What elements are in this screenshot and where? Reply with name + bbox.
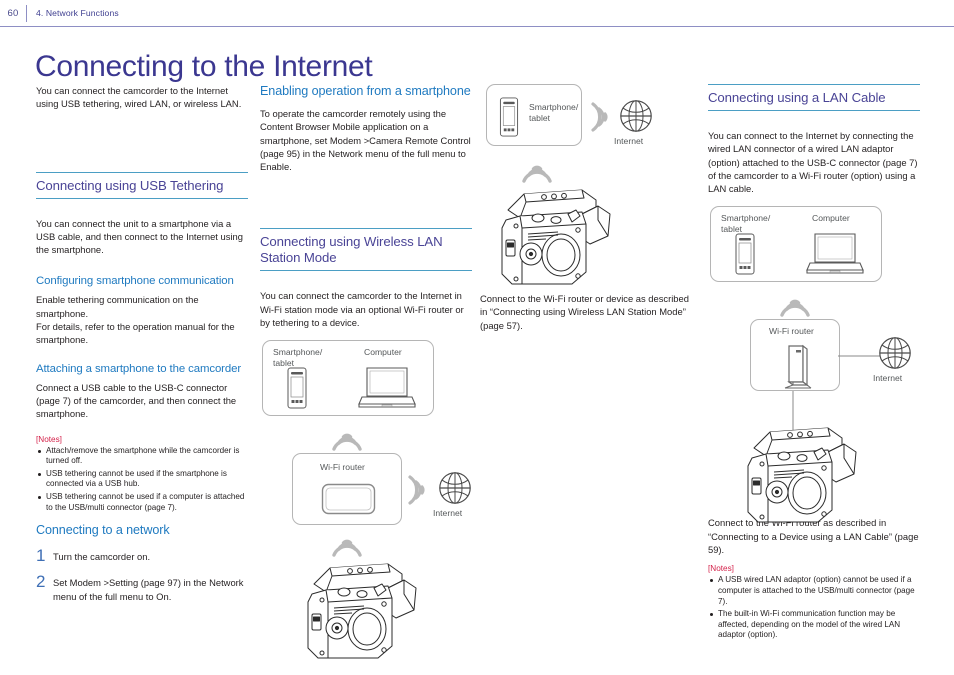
wifi-router-label: Wi-Fi router: [769, 326, 814, 337]
header-divider: [26, 4, 27, 22]
computer-label: Computer: [364, 347, 402, 358]
heading-enabling-smartphone-operation: Enabling operation from a smartphone: [260, 84, 471, 98]
step-number: 1: [36, 546, 46, 566]
wifi-router-tower-icon: [784, 345, 812, 389]
notes-list-col1: Attach/remove the smartphone while the c…: [36, 446, 248, 514]
wifi-router-box: Wi-Fi router: [292, 453, 402, 526]
heading-connecting-network: Connecting to a network: [36, 523, 170, 538]
internet-label: Internet: [614, 136, 644, 146]
heading-configuring-smartphone: Configuring smartphone communication: [36, 275, 234, 288]
enabling-body: To operate the camcorder remotely using …: [260, 108, 471, 173]
smartphone-icon: [499, 97, 519, 137]
column-two: Enabling operation from a smartphone To …: [260, 84, 472, 670]
globe-icon: [879, 337, 911, 370]
laptop-icon: [806, 233, 864, 275]
smartphone-label: Smartphone/ tablet: [721, 213, 771, 235]
configuring-body: Enable tethering communication on the sm…: [36, 294, 235, 346]
camcorder-icon: [307, 563, 417, 659]
smartphone-box: Smartphone/ tablet: [486, 84, 582, 146]
diagram-caption-col3: Connect to the Wi-Fi router or device as…: [480, 293, 689, 331]
wireless-lan-body: You can connect the camcorder to the Int…: [260, 290, 464, 329]
step-text: Turn the camcorder on.: [53, 551, 151, 563]
page-running-header: 60 4. Network Functions: [0, 0, 954, 27]
page-number: 60: [7, 7, 19, 19]
smartphone-label: Smartphone/ tablet: [273, 347, 323, 369]
smartphone-icon: [287, 367, 307, 409]
note-item: Attach/remove the smartphone while the c…: [36, 446, 248, 467]
diagram-wireless-lan-station-mode: Smartphone/ tablet Computer Wi-Fi router…: [260, 340, 472, 670]
camcorder-icon: [747, 427, 857, 523]
diagram-lan-cable: Smartphone/ tablet Computer Wi-Fi router…: [708, 206, 920, 523]
wifi-router-icon: [321, 484, 376, 515]
heading-attaching-smartphone: Attaching a smartphone to the camcorder: [36, 362, 242, 375]
heading-wireless-lan-station-mode: Connecting using Wireless LAN Station Mo…: [260, 228, 472, 272]
note-item: USB tethering cannot be used if a comput…: [36, 492, 248, 513]
smartphone-label: Smartphone/ tablet: [529, 102, 579, 123]
notes-label-col4: [Notes]: [708, 564, 734, 574]
step-item: 1 Turn the camcorder on.: [36, 546, 248, 566]
note-item: USB tethering cannot be used if the smar…: [36, 469, 248, 490]
lan-cable-body: You can connect to the Internet by conne…: [708, 130, 918, 195]
attaching-body: Connect a USB cable to the USB-C connect…: [36, 381, 237, 420]
smartphone-icon: [735, 233, 755, 275]
column-one: You can connect the camcorder to the Int…: [36, 84, 248, 614]
wifi-signal-icon: [780, 300, 810, 318]
wifi-signal-icon: [408, 475, 425, 505]
column-four: Connecting using a LAN Cable You can con…: [708, 84, 920, 651]
devices-box: Smartphone/ tablet Computer: [710, 206, 882, 283]
computer-label: Computer: [812, 213, 850, 224]
heading-lan-cable: Connecting using a LAN Cable: [708, 84, 920, 111]
wifi-signal-icon: [332, 434, 362, 452]
step-number: 2: [36, 572, 46, 592]
laptop-icon: [358, 367, 416, 408]
column-three: Smartphone/ tablet Internet Connect to t…: [480, 84, 692, 343]
page-title: Connecting to the Internet: [35, 50, 373, 84]
step-text: Set Modem >Setting (page 97) in the Netw…: [53, 577, 244, 602]
internet-label: Internet: [433, 508, 463, 519]
globe-icon: [439, 472, 471, 505]
intro-paragraph: You can connect the camcorder to the Int…: [36, 85, 242, 110]
wifi-router-box: Wi-Fi router: [750, 319, 840, 392]
internet-label: Internet: [873, 373, 903, 384]
wifi-router-label: Wi-Fi router: [320, 462, 365, 473]
notes-label-col1: [Notes]: [36, 434, 62, 444]
note-item: The built-in Wi-Fi communication functio…: [708, 609, 920, 641]
wifi-signal-icon: [591, 102, 608, 132]
usb-tethering-intro: You can connect the unit to a smartphone…: [36, 217, 243, 256]
diagram-smartphone-tethering: Smartphone/ tablet Internet: [480, 84, 692, 285]
heading-usb-tethering: Connecting using USB Tethering: [36, 171, 248, 199]
step-item: 2 Set Modem >Setting (page 97) in the Ne…: [36, 574, 248, 603]
globe-icon: [620, 100, 652, 132]
camcorder-icon: [501, 189, 611, 285]
notes-list-col4: A USB wired LAN adaptor (option) cannot …: [708, 575, 920, 641]
note-item: A USB wired LAN adaptor (option) cannot …: [708, 575, 920, 607]
devices-box: Smartphone/ tablet Computer: [262, 340, 434, 417]
chapter-title: 4. Network Functions: [36, 8, 119, 18]
